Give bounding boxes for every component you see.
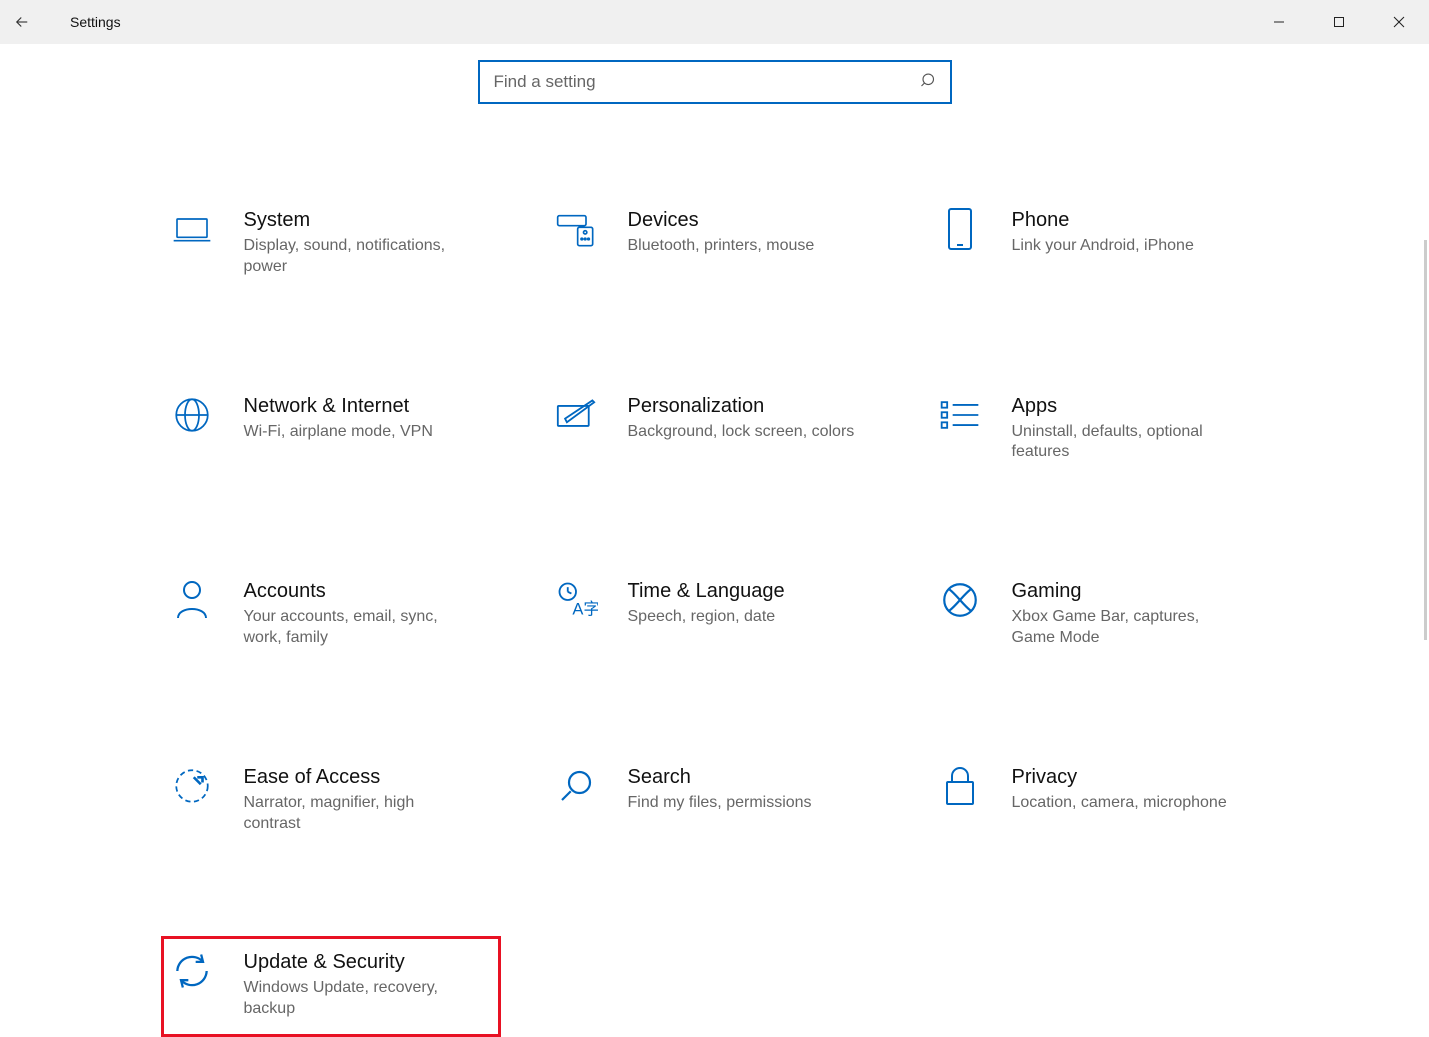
category-desc: Wi-Fi, airplane mode, VPN: [244, 422, 433, 443]
globe-icon: [170, 393, 214, 437]
category-accounts[interactable]: Accounts Your accounts, email, sync, wor…: [161, 565, 501, 666]
category-apps[interactable]: Apps Uninstall, defaults, optional featu…: [929, 380, 1269, 481]
category-privacy[interactable]: Privacy Location, camera, microphone: [929, 751, 1269, 852]
category-title: Accounts: [244, 580, 474, 603]
maximize-button[interactable]: [1309, 0, 1369, 44]
system-icon: [170, 207, 214, 251]
category-gaming[interactable]: Gaming Xbox Game Bar, captures, Game Mod…: [929, 565, 1269, 666]
person-icon: [170, 578, 214, 622]
category-title: Search: [628, 766, 812, 789]
category-desc: Background, lock screen, colors: [628, 422, 855, 443]
time-language-icon: A字: [554, 578, 598, 622]
titlebar: Settings: [0, 0, 1429, 44]
category-desc: Speech, region, date: [628, 607, 785, 628]
category-title: Personalization: [628, 395, 855, 418]
category-title: Phone: [1012, 209, 1194, 232]
category-system[interactable]: System Display, sound, notifications, po…: [161, 194, 501, 295]
category-ease-of-access[interactable]: Ease of Access Narrator, magnifier, high…: [161, 751, 501, 852]
category-desc: Find my files, permissions: [628, 793, 812, 814]
update-icon: [170, 949, 214, 993]
category-title: Gaming: [1012, 580, 1242, 603]
window-controls: [1249, 0, 1429, 44]
category-grid: System Display, sound, notifications, po…: [135, 194, 1295, 1037]
lock-icon: [938, 764, 982, 808]
scrollbar[interactable]: [1424, 240, 1427, 640]
category-desc: Bluetooth, printers, mouse: [628, 236, 815, 257]
xbox-icon: [938, 578, 982, 622]
category-title: System: [244, 209, 474, 232]
svg-text:A字: A字: [572, 600, 598, 619]
maximize-icon: [1333, 16, 1345, 28]
category-title: Ease of Access: [244, 766, 474, 789]
category-desc: Location, camera, microphone: [1012, 793, 1227, 814]
category-devices[interactable]: Devices Bluetooth, printers, mouse: [545, 194, 885, 295]
back-button[interactable]: [0, 0, 44, 44]
minimize-icon: [1273, 16, 1285, 28]
search-box[interactable]: [478, 60, 952, 104]
category-title: Privacy: [1012, 766, 1227, 789]
category-desc: Your accounts, email, sync, work, family: [244, 607, 474, 649]
paintbrush-icon: [554, 393, 598, 437]
category-title: Network & Internet: [244, 395, 433, 418]
category-desc: Link your Android, iPhone: [1012, 236, 1194, 257]
search-input[interactable]: [494, 72, 920, 92]
category-phone[interactable]: Phone Link your Android, iPhone: [929, 194, 1269, 295]
category-time-language[interactable]: A字 Time & Language Speech, region, date: [545, 565, 885, 666]
category-network[interactable]: Network & Internet Wi-Fi, airplane mode,…: [161, 380, 501, 481]
close-button[interactable]: [1369, 0, 1429, 44]
ease-of-access-icon: [170, 764, 214, 808]
category-search[interactable]: Search Find my files, permissions: [545, 751, 885, 852]
category-title: Time & Language: [628, 580, 785, 603]
devices-icon: [554, 207, 598, 251]
minimize-button[interactable]: [1249, 0, 1309, 44]
window-title: Settings: [70, 14, 121, 30]
category-desc: Uninstall, defaults, optional features: [1012, 422, 1242, 464]
category-title: Update & Security: [244, 951, 474, 974]
magnifier-icon: [554, 764, 598, 808]
category-title: Apps: [1012, 395, 1242, 418]
phone-icon: [938, 207, 982, 251]
category-desc: Display, sound, notifications, power: [244, 236, 474, 278]
category-title: Devices: [628, 209, 815, 232]
apps-list-icon: [938, 393, 982, 437]
category-update-security[interactable]: Update & Security Windows Update, recove…: [161, 936, 501, 1037]
category-personalization[interactable]: Personalization Background, lock screen,…: [545, 380, 885, 481]
back-arrow-icon: [13, 13, 31, 31]
search-icon: [920, 71, 938, 94]
category-desc: Windows Update, recovery, backup: [244, 978, 474, 1020]
category-desc: Xbox Game Bar, captures, Game Mode: [1012, 607, 1242, 649]
category-desc: Narrator, magnifier, high contrast: [244, 793, 474, 835]
close-icon: [1393, 16, 1405, 28]
